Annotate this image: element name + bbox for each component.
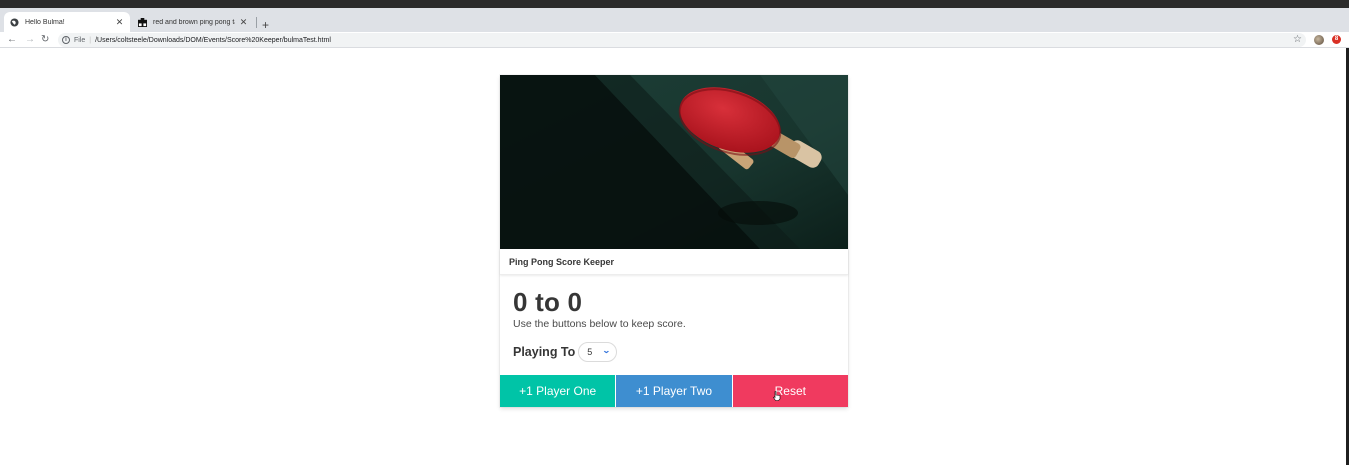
player-one-button[interactable]: +1 Player One <box>500 375 616 407</box>
ping-pong-paddle-image <box>500 75 848 249</box>
address-scheme: File <box>74 36 86 44</box>
playing-to-label: Playing To <box>513 345 576 359</box>
card-header-title: Ping Pong Score Keeper <box>500 249 848 275</box>
tab-bar: Hello Bulma! ✕ red and brown ping pong t… <box>0 8 1349 32</box>
info-icon[interactable]: i <box>62 36 70 44</box>
window-top-strip <box>0 0 1349 8</box>
profile-avatar-icon[interactable] <box>1314 35 1324 45</box>
reset-button[interactable]: Reset <box>731 375 848 407</box>
close-icon[interactable]: ✕ <box>239 17 248 28</box>
tab-title: Hello Bulma! <box>25 18 65 26</box>
address-bar[interactable]: i File | /Users/coltsteele/Downloads/DOM… <box>58 33 1306 47</box>
player-two-button[interactable]: +1 Player Two <box>615 375 732 407</box>
playing-to-value: 5 <box>587 347 593 357</box>
forward-arrow-icon[interactable]: → <box>25 33 35 47</box>
score-display: 0 to 0 <box>513 287 583 317</box>
tab-title: red and brown ping pong table <box>153 18 235 26</box>
reload-icon[interactable]: ↻ <box>41 33 49 47</box>
back-arrow-icon[interactable]: ← <box>7 33 17 47</box>
image-icon <box>138 17 147 27</box>
star-icon[interactable]: ☆ <box>1293 34 1302 46</box>
score-keeper-card: Ping Pong Score Keeper 0 to 0 Use the bu… <box>500 75 848 407</box>
tab-separator <box>256 17 257 28</box>
tab-ping-pong-image[interactable]: red and brown ping pong table ✕ <box>132 12 254 32</box>
playing-to-row: Playing To 5 ⌄ <box>513 342 618 362</box>
chevron-down-icon: ⌄ <box>601 346 611 355</box>
browser-toolbar: ← → ↻ i File | /Users/coltsteele/Downloa… <box>0 32 1349 48</box>
address-divider: | <box>89 36 92 44</box>
card-footer: +1 Player One +1 Player Two Reset <box>500 375 848 407</box>
extension-badge-icon[interactable]: 8 <box>1332 35 1341 44</box>
address-path: /Users/coltsteele/Downloads/DOM/Events/S… <box>95 36 331 44</box>
help-text: Use the buttons below to keep score. <box>513 318 686 330</box>
globe-icon <box>10 17 19 27</box>
hand-cursor-icon <box>772 391 780 401</box>
close-icon[interactable]: ✕ <box>115 17 124 28</box>
plus-icon[interactable]: + <box>262 19 269 31</box>
playing-to-select[interactable]: 5 ⌄ <box>578 342 618 362</box>
tab-hello-bulma[interactable]: Hello Bulma! ✕ <box>4 12 130 32</box>
